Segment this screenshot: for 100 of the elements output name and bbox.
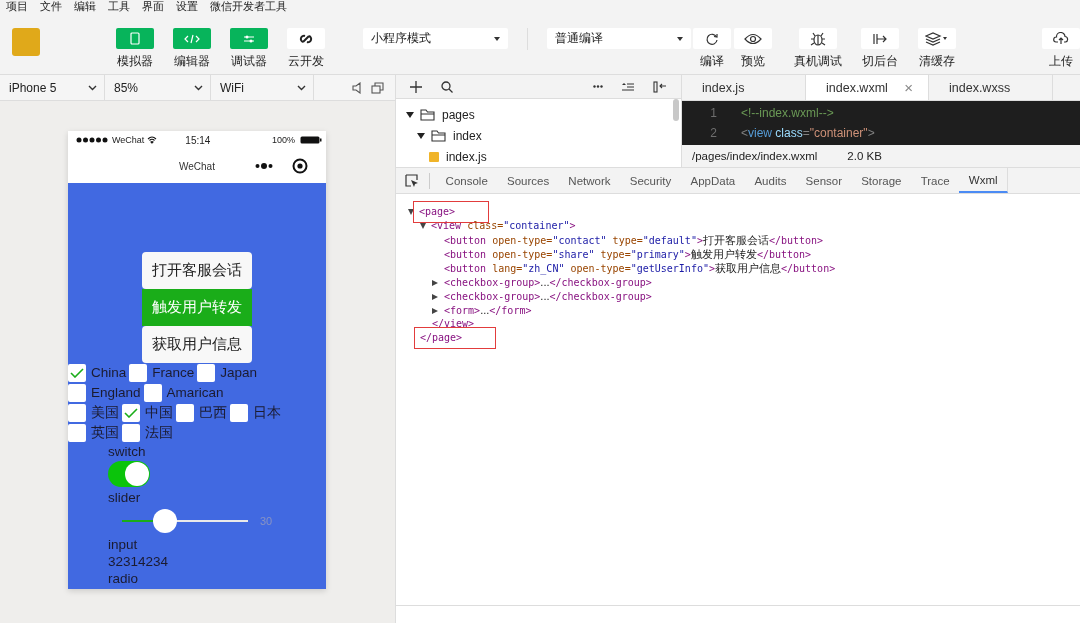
folder-icon	[431, 129, 447, 142]
battery-icon	[300, 136, 322, 144]
slider-label: slider	[108, 489, 141, 506]
toolbar-button[interactable]	[693, 28, 731, 49]
mini-button[interactable]: 打开客服会话	[142, 252, 252, 289]
toggle-switch[interactable]	[108, 461, 150, 487]
expand-toggle-icon[interactable]	[432, 294, 438, 300]
devtools-tab[interactable]: AppData	[680, 168, 745, 193]
more-icon[interactable]	[255, 163, 273, 169]
file-tree-item[interactable]: index.js	[396, 146, 681, 167]
markup-line: </view>	[431, 317, 476, 331]
toolbar-label: 模拟器	[117, 54, 153, 69]
expand-toggle-icon[interactable]	[420, 223, 426, 229]
input-label: input	[108, 536, 138, 553]
compile-dropdown[interactable]: 普通编译	[547, 28, 691, 49]
inspect-icon[interactable]	[405, 173, 419, 188]
scrollbar[interactable]	[673, 99, 679, 121]
toolbar-button[interactable]	[918, 28, 956, 49]
file-tab[interactable]: index.wxss	[929, 75, 1053, 100]
checkbox[interactable]	[122, 404, 140, 423]
checkbox[interactable]	[68, 364, 86, 383]
battery-percent: 100%	[271, 135, 295, 145]
toolbar-label: 上传	[1049, 54, 1073, 69]
menu-item[interactable]: 编辑	[74, 0, 96, 14]
toolbar-label: 云开发	[288, 54, 324, 69]
toolbar-button[interactable]	[734, 28, 772, 49]
expand-toggle-icon[interactable]	[432, 280, 438, 286]
menu-item[interactable]: 微信开发者工具	[210, 0, 287, 14]
file-tab[interactable]: index.wxml ×	[806, 75, 929, 100]
checkbox[interactable]	[122, 424, 140, 443]
devtools-tab[interactable]: Storage	[851, 168, 912, 193]
checkbox-label: Japan	[220, 365, 258, 380]
js-file-icon	[428, 150, 440, 163]
menu-item[interactable]: 界面	[142, 0, 164, 14]
checkbox[interactable]	[68, 424, 86, 443]
chevron-down-icon	[88, 84, 97, 91]
mode-dropdown[interactable]: 小程序模式	[363, 28, 508, 49]
devtools-tab[interactable]: Wxml	[959, 168, 1009, 193]
markup-line: <button open-type="contact" type="default">打开客服会话</button>	[443, 233, 825, 248]
file-tree-item[interactable]: index	[396, 125, 681, 146]
checkbox[interactable]	[68, 404, 86, 423]
checkbox[interactable]	[129, 364, 148, 383]
menu-item[interactable]: 设置	[176, 0, 198, 14]
devtools-tab[interactable]: Network	[558, 168, 621, 193]
zoom-dropdown[interactable]: 85%	[105, 75, 211, 100]
checkbox-label: 巴西	[199, 405, 227, 420]
markup-line: <checkbox-group>...</checkbox-group>	[443, 275, 653, 290]
close-target-icon[interactable]	[292, 158, 308, 174]
toolbar-label: 预览	[741, 54, 765, 69]
devtools-tab[interactable]: Sources	[497, 168, 559, 193]
signal-icon	[76, 137, 110, 143]
dock-left-icon[interactable]	[653, 80, 667, 93]
markup-line: <button lang="zh_CN" open-type="getUserInfo">获取用户信息</button>	[443, 261, 837, 276]
menu-item[interactable]: 文件	[40, 0, 62, 14]
checkbox-label: France	[152, 365, 195, 380]
toolbar-label: 调试器	[231, 54, 267, 69]
devtools-tab[interactable]: Trace	[911, 168, 960, 193]
toolbar-button[interactable]	[799, 28, 837, 49]
close-icon[interactable]: ×	[904, 79, 913, 96]
checkbox-label: 英国	[91, 425, 119, 440]
speaker-icon[interactable]	[352, 81, 362, 94]
window-icon[interactable]	[371, 81, 384, 94]
code-line: <!--index.wxml-->	[741, 106, 834, 120]
checkbox[interactable]	[230, 404, 248, 423]
file-tree-item[interactable]: pages	[396, 104, 681, 125]
device-dropdown[interactable]: iPhone 5	[0, 75, 105, 100]
eye-icon	[744, 32, 762, 45]
slider[interactable]	[122, 509, 248, 533]
markup-line: <button open-type="share" type="primary">触发用户转发</button>	[443, 247, 813, 262]
checkbox-label: 日本	[253, 405, 281, 420]
expand-toggle-icon[interactable]	[408, 209, 414, 215]
phone-icon	[130, 32, 140, 45]
menu-item[interactable]: 项目	[6, 0, 28, 14]
more-icon[interactable]	[593, 85, 603, 88]
devtools-tab[interactable]: Security	[620, 168, 681, 193]
add-icon[interactable]	[410, 80, 422, 93]
wifi-icon	[147, 136, 158, 144]
menu-item[interactable]: 工具	[108, 0, 130, 14]
devtools-tab[interactable]: Sensor	[796, 168, 852, 193]
expand-toggle-icon[interactable]	[432, 308, 438, 314]
line-number: 1	[709, 106, 717, 120]
checkbox[interactable]	[197, 364, 216, 383]
toolbar-button[interactable]	[1042, 28, 1080, 49]
collapse-list-icon[interactable]	[622, 82, 634, 91]
toolbar-label: 编译	[700, 54, 724, 69]
devtools-tab[interactable]: Console	[436, 168, 498, 193]
markup-line: <view class="container">	[430, 219, 577, 233]
mini-button[interactable]: 获取用户信息	[142, 326, 252, 363]
caret-icon	[494, 36, 500, 41]
radio-label: radio	[108, 570, 139, 587]
search-icon[interactable]	[441, 80, 453, 93]
cloud-button[interactable]	[287, 28, 325, 49]
checkbox[interactable]	[68, 384, 86, 403]
checkbox[interactable]	[143, 384, 162, 403]
toolbar-label: 切后台	[862, 54, 898, 69]
line-number: 2	[709, 126, 717, 140]
checkbox[interactable]	[176, 404, 194, 423]
network-dropdown[interactable]: WiFi	[211, 75, 314, 100]
devtools-tab[interactable]: Audits	[744, 168, 796, 193]
toolbar-label: 编辑器	[174, 54, 210, 69]
